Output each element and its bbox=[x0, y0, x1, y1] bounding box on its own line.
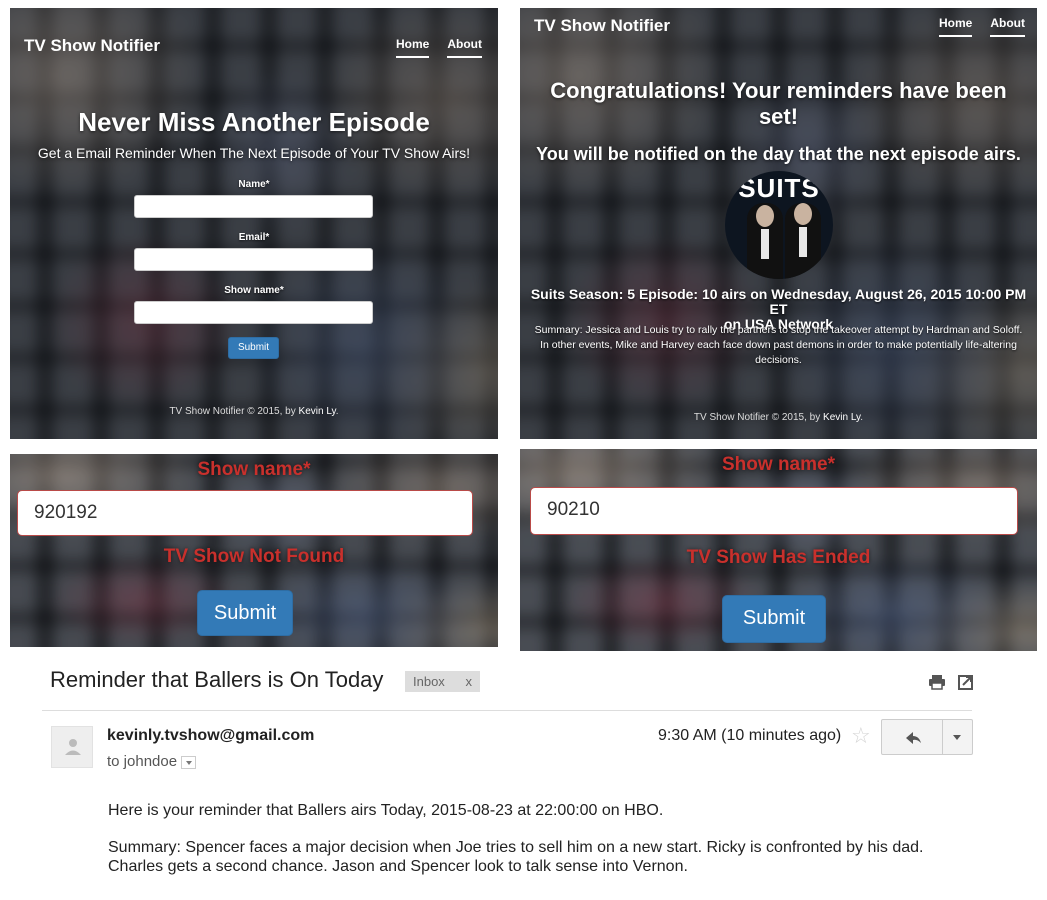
footer: TV Show Notifier © 2015, by Kevin Ly. bbox=[520, 412, 1037, 423]
email-timestamp: 9:30 AM (10 minutes ago) bbox=[658, 727, 842, 744]
footer-period: . bbox=[335, 406, 339, 417]
more-options-icon[interactable] bbox=[943, 719, 973, 755]
recipient-details-dropdown[interactable] bbox=[181, 755, 197, 769]
nav-about-link[interactable]: About bbox=[447, 37, 482, 58]
show-name-input[interactable]: 920192 bbox=[17, 490, 473, 536]
poster-logo-text: SUITS bbox=[738, 173, 820, 203]
episode-summary: Summary: Jessica and Louis try to rally … bbox=[520, 323, 1037, 368]
summary-line1: Summary: Jessica and Louis try to rally … bbox=[534, 324, 1023, 336]
footer-author-link[interactable]: Kevin Ly bbox=[299, 406, 336, 417]
inbox-label-text: Inbox bbox=[413, 674, 445, 689]
footer-text: TV Show Notifier © 2015, by bbox=[169, 406, 296, 417]
footer-period: . bbox=[860, 412, 864, 423]
star-icon[interactable]: ☆ bbox=[851, 723, 871, 749]
email-body-summary: Summary: Spencer faces a major decision … bbox=[108, 839, 924, 875]
email-subject: Reminder that Ballers is On Today bbox=[50, 667, 384, 692]
email-label: Email* bbox=[238, 232, 270, 243]
error-message: TV Show Has Ended bbox=[686, 547, 871, 568]
success-subheading: You will be notified on the day that the… bbox=[536, 144, 1021, 164]
nav-home-link[interactable]: Home bbox=[939, 16, 973, 37]
episode-info-line1: Suits Season: 5 Episode: 10 airs on Wedn… bbox=[530, 286, 1027, 317]
show-name-input[interactable] bbox=[134, 301, 373, 324]
name-input[interactable] bbox=[134, 195, 373, 218]
sender-address[interactable]: kevinly.tvshow@gmail.com bbox=[107, 727, 314, 745]
inbox-label-tag: Inbox x bbox=[405, 671, 480, 692]
summary-line2: In other events, Mike and Harvey each fa… bbox=[540, 339, 1017, 351]
name-label: Name* bbox=[238, 179, 270, 190]
print-icon[interactable] bbox=[928, 673, 946, 691]
show-name-input[interactable]: 90210 bbox=[530, 487, 1018, 535]
success-page-screenshot: TV Show Notifier Home About Congratulati… bbox=[520, 8, 1037, 439]
nav-home-link[interactable]: Home bbox=[396, 37, 430, 58]
success-heading-line1: Congratulations! Your reminders have bee… bbox=[550, 78, 1007, 103]
error-not-found-screenshot: Show name* 920192 TV Show Not Found Subm… bbox=[10, 454, 498, 647]
new-window-icon[interactable] bbox=[957, 673, 975, 691]
footer-text: TV Show Notifier © 2015, by bbox=[693, 412, 821, 423]
show-name-label: Show name* bbox=[197, 459, 311, 480]
nav-bar: Home About bbox=[396, 37, 482, 58]
reply-button[interactable] bbox=[881, 719, 943, 755]
email-body-reminder: Here is your reminder that Ballers airs … bbox=[108, 802, 664, 819]
email-input[interactable] bbox=[134, 248, 373, 271]
footer: TV Show Notifier © 2015, by Kevin Ly. bbox=[10, 406, 498, 417]
summary-line3: decisions. bbox=[755, 354, 802, 366]
show-name-label: Show name* bbox=[224, 285, 284, 296]
success-heading-line2: set! bbox=[758, 104, 799, 129]
form-page-screenshot: TV Show Notifier Home About Never Miss A… bbox=[10, 8, 498, 439]
recipient-line: to johndoe bbox=[107, 753, 197, 770]
recipient-text: to johndoe bbox=[107, 753, 178, 770]
submit-button[interactable]: Submit bbox=[197, 590, 293, 636]
error-ended-screenshot: Show name* 90210 TV Show Has Ended Submi… bbox=[520, 449, 1037, 651]
reminder-email: Reminder that Ballers is On Today Inbox … bbox=[0, 651, 1047, 900]
show-name-label: Show name* bbox=[722, 454, 835, 475]
page-heading: Never Miss Another Episode bbox=[78, 107, 430, 137]
nav-about-link[interactable]: About bbox=[990, 16, 1025, 37]
show-poster-image: SUITS bbox=[725, 171, 833, 279]
brand-title[interactable]: TV Show Notifier bbox=[24, 36, 160, 56]
submit-button[interactable]: Submit bbox=[228, 337, 279, 359]
page-subheading: Get a Email Reminder When The Next Episo… bbox=[37, 145, 471, 161]
brand-title[interactable]: TV Show Notifier bbox=[534, 16, 670, 36]
submit-button[interactable]: Submit bbox=[722, 595, 826, 643]
avatar-icon bbox=[51, 726, 93, 768]
nav-bar: Home About bbox=[939, 16, 1025, 37]
error-message: TV Show Not Found bbox=[163, 546, 345, 567]
header-divider bbox=[42, 710, 972, 711]
remove-label-button[interactable]: x bbox=[466, 671, 473, 692]
success-heading: Congratulations! Your reminders have bee… bbox=[520, 78, 1037, 130]
reply-icon bbox=[906, 732, 921, 744]
footer-author-link[interactable]: Kevin Ly bbox=[823, 412, 860, 423]
